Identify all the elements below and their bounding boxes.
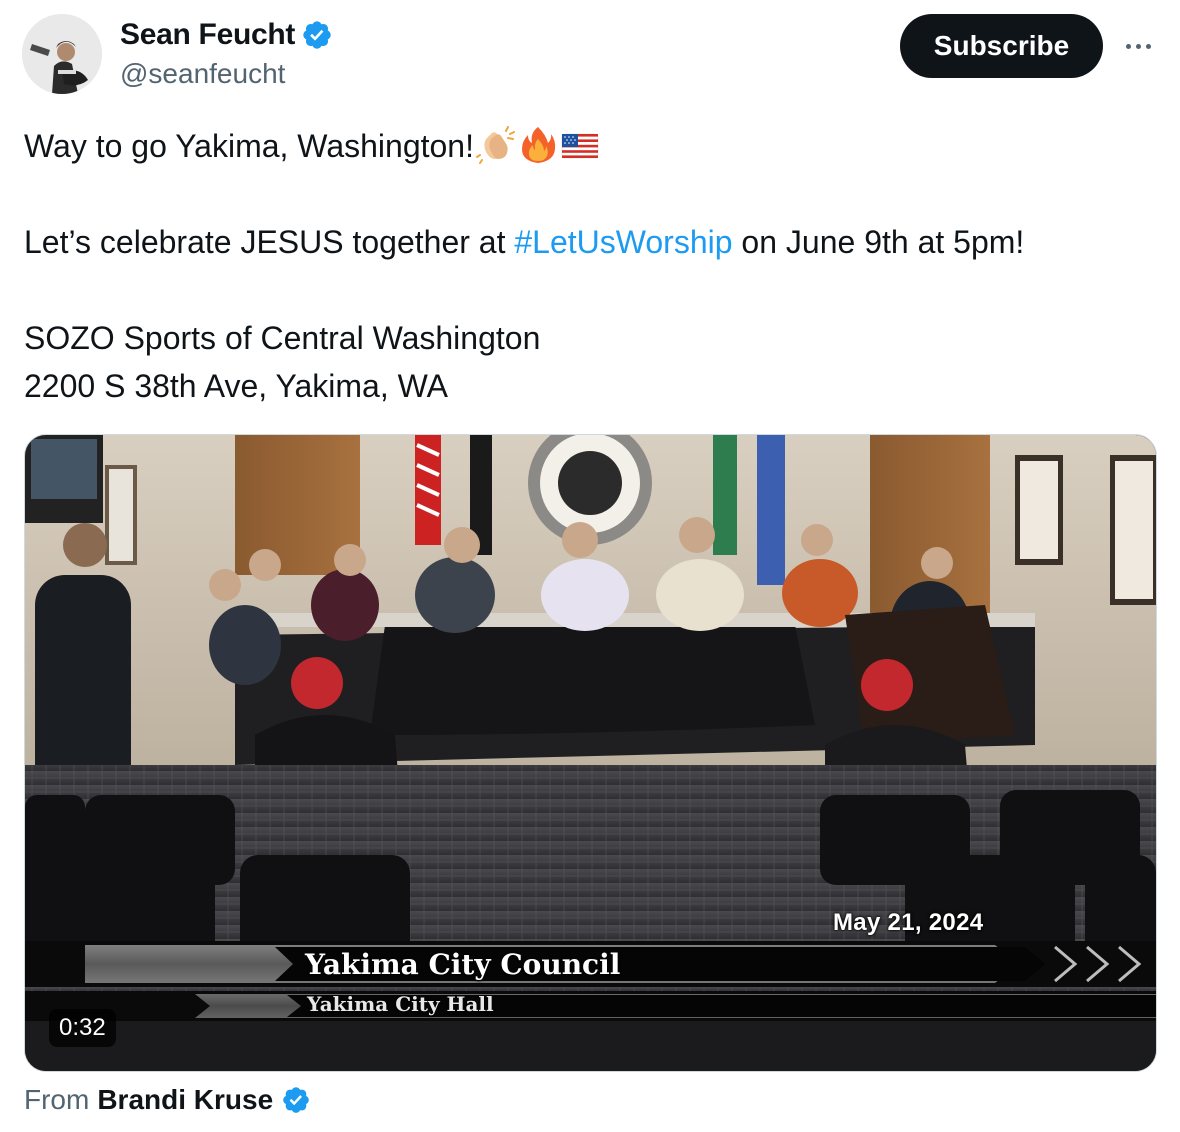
video-attribution: From Brandi Kruse [24, 1080, 311, 1120]
avatar-image [22, 14, 102, 94]
video-banner-title: Yakima City Council [305, 948, 621, 981]
us-flag-emoji-icon [560, 125, 600, 165]
tweet-line-3: SOZO Sports of Central Washington [24, 320, 541, 356]
author-avatar[interactable] [22, 14, 102, 94]
video-banner-subtitle: Yakima City Hall [307, 992, 494, 1016]
subscribe-button[interactable]: Subscribe [900, 14, 1103, 78]
video-duration-badge: 0:32 [49, 1009, 116, 1047]
fire-emoji-icon [518, 125, 558, 165]
author-name-text: Sean Feucht [120, 18, 296, 51]
attribution-name-link[interactable]: Brandi Kruse [97, 1080, 273, 1120]
tweet-line-2-text-b: on June 9th at 5pm! [732, 224, 1025, 260]
tweet-line-2: Let’s celebrate JESUS together at #LetUs… [24, 218, 1154, 266]
author-name[interactable]: Sean Feucht [120, 16, 333, 54]
tweet-line-4: 2200 S 38th Ave, Yakima, WA [24, 368, 448, 404]
video-player[interactable]: May 21, 2024 Yakima City Council Yakima … [24, 434, 1157, 1072]
verified-badge-icon[interactable] [281, 1085, 311, 1115]
tweet-card: Sean Feucht @seanfeucht Subscribe Way to… [0, 0, 1180, 1132]
author-handle[interactable]: @seanfeucht [120, 56, 285, 92]
video-date-overlay: May 21, 2024 [833, 909, 984, 936]
clapping-hands-emoji-icon [475, 125, 516, 165]
tweet-line-2-text-a: Let’s celebrate JESUS together at [24, 224, 515, 260]
verified-badge-icon[interactable] [301, 19, 333, 51]
tweet-line-1: Way to go Yakima, Washington! [24, 122, 1154, 170]
more-horizontal-icon[interactable] [1118, 28, 1158, 64]
tweet-line-1-text: Way to go Yakima, Washington! [24, 128, 474, 164]
tweet-text: Way to go Yakima, Washington! Let’s cele… [24, 122, 1154, 410]
attribution-prefix: From [24, 1084, 90, 1115]
hashtag-link[interactable]: #LetUsWorship [514, 224, 732, 260]
